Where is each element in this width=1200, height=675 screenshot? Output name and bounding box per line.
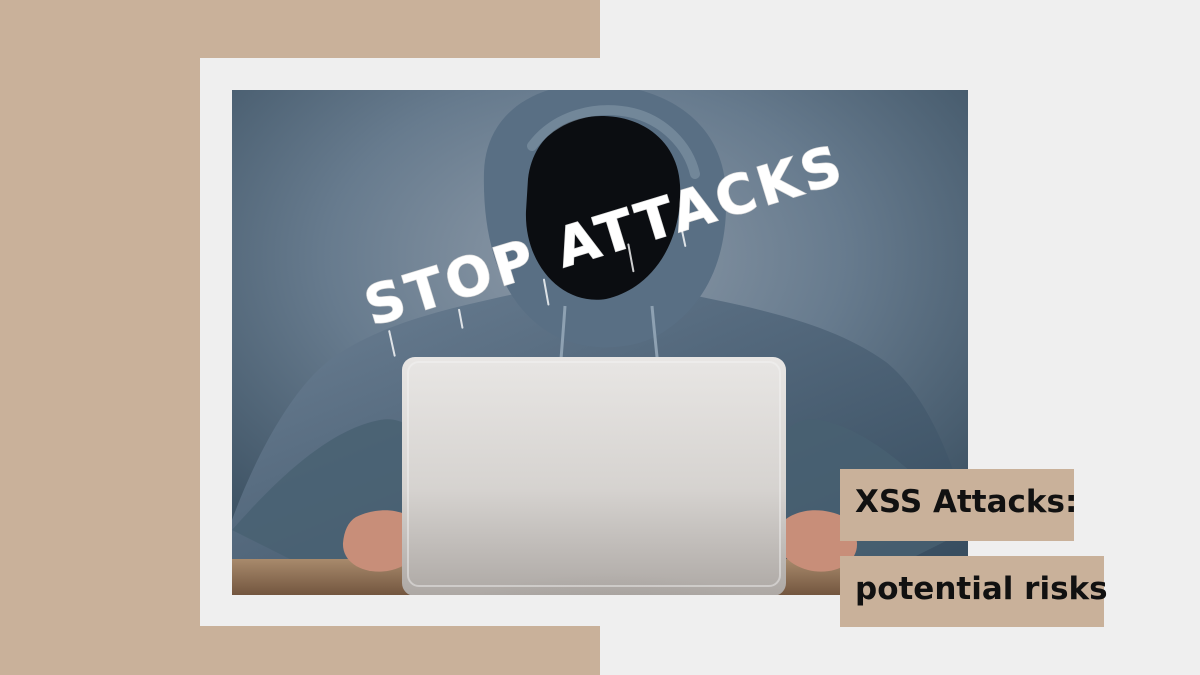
caption-title-line-2: potential risks xyxy=(855,571,1108,607)
laptop xyxy=(388,357,808,595)
cover-page: STOP ATTACKS XSS Attacks: potential risk… xyxy=(0,0,1200,675)
caption-subtitle-box: potential risks xyxy=(840,556,1108,627)
caption-title-line-1: XSS Attacks: xyxy=(855,484,1078,520)
caption-title-box: XSS Attacks: xyxy=(840,469,1078,541)
